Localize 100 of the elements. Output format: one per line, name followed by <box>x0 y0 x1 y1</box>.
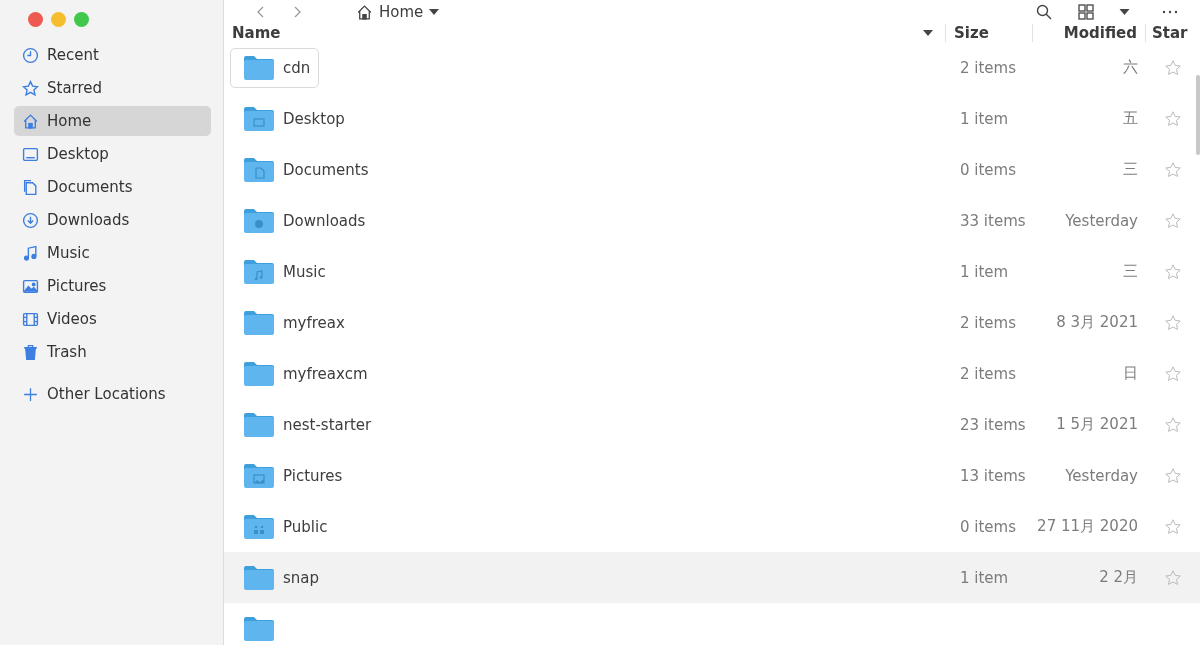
videos-icon <box>22 310 39 328</box>
file-row[interactable]: Music 1 item 三 <box>224 246 1200 297</box>
maximize-button[interactable] <box>74 12 89 27</box>
caret-icon[interactable] <box>1119 9 1130 15</box>
file-name: Downloads <box>283 211 366 230</box>
starred-icon <box>22 79 39 97</box>
item-count: 0 items <box>959 517 1017 536</box>
modified-date: 2 2月 <box>1098 568 1139 587</box>
star-icon[interactable] <box>1164 415 1182 434</box>
search-icon[interactable] <box>1035 3 1053 21</box>
sidebar-item[interactable]: Downloads <box>14 205 211 235</box>
file-row[interactable]: Desktop 1 item 五 <box>224 93 1200 144</box>
minimize-button[interactable] <box>51 12 66 27</box>
file-name: nest-starter <box>283 415 372 434</box>
modified-date: 三 <box>1122 262 1139 281</box>
folder-icon <box>243 513 275 540</box>
item-count: 1 item <box>959 568 1010 587</box>
folder-icon <box>243 564 275 591</box>
pictures-icon <box>22 277 39 295</box>
sidebar-item[interactable]: Documents <box>14 172 211 202</box>
sidebar-item[interactable]: Home <box>14 106 211 136</box>
file-name: Pictures <box>283 466 343 485</box>
star-icon[interactable] <box>1164 517 1182 536</box>
star-icon[interactable] <box>1164 364 1182 383</box>
file-row[interactable]: snap 1 item 2 2月 <box>224 552 1200 603</box>
sidebar-item[interactable]: Trash <box>14 337 211 367</box>
folder-icon <box>243 411 275 438</box>
star-icon[interactable] <box>1164 109 1182 128</box>
file-name: cdn <box>283 58 311 77</box>
file-name: Documents <box>283 160 369 179</box>
plus-icon <box>22 385 39 403</box>
star-icon[interactable] <box>1164 313 1182 332</box>
star-icon[interactable] <box>1164 211 1182 230</box>
column-header[interactable]: Size <box>946 24 1032 42</box>
file-row[interactable]: Downloads 33 items Yesterday <box>224 195 1200 246</box>
file-row[interactable]: Public 0 items 27 11月 2020 <box>224 501 1200 552</box>
sidebar-item[interactable]: Videos <box>14 304 211 334</box>
file-name: snap <box>283 568 320 587</box>
downloads-icon <box>22 211 39 229</box>
folder-icon <box>243 207 275 234</box>
modified-date: 五 <box>1122 109 1139 128</box>
documents-icon <box>22 178 39 196</box>
item-count: 2 items <box>959 313 1017 332</box>
column-header[interactable]: Modified <box>1033 24 1145 42</box>
modified-date: 27 11月 2020 <box>1036 517 1139 536</box>
column-header[interactable]: Name <box>232 24 923 42</box>
more-icon[interactable] <box>1162 10 1178 14</box>
file-name: myfreaxcm <box>283 364 368 383</box>
modified-date: 日 <box>1122 364 1139 383</box>
folder-icon <box>243 615 275 642</box>
grid-view-icon[interactable] <box>1077 3 1095 21</box>
star-icon[interactable] <box>1164 466 1182 485</box>
trash-icon <box>22 343 39 361</box>
file-row[interactable]: cdn 2 items 六 <box>224 42 1200 93</box>
folder-icon <box>243 105 275 132</box>
file-row[interactable]: Documents 0 items 三 <box>224 144 1200 195</box>
file-name: myfreax <box>283 313 345 332</box>
close-button[interactable] <box>28 12 43 27</box>
home-icon <box>22 112 39 130</box>
folder-icon <box>243 54 275 81</box>
recent-icon <box>22 46 39 64</box>
item-count: 2 items <box>959 58 1017 77</box>
item-count: 13 items <box>959 466 1027 485</box>
item-count: 1 item <box>959 262 1010 281</box>
file-name: Desktop <box>283 109 345 128</box>
file-row[interactable]: myfreaxcm 2 items 日 <box>224 348 1200 399</box>
folder-icon <box>243 258 275 285</box>
home-icon <box>356 3 373 21</box>
file-row[interactable]: nest-starter 23 items 1 5月 2021 <box>224 399 1200 450</box>
desktop-icon <box>22 145 39 163</box>
column-header[interactable]: Star <box>1146 24 1200 42</box>
folder-icon <box>243 309 275 336</box>
item-count: 1 item <box>959 109 1010 128</box>
modified-date: Yesterday <box>1064 466 1139 485</box>
sort-caret-icon[interactable] <box>923 30 933 36</box>
modified-date: 8 3月 2021 <box>1055 313 1139 332</box>
other-locations-item[interactable]: Other Locations <box>14 379 211 409</box>
sidebar-item[interactable]: Recent <box>14 40 211 70</box>
sidebar-item[interactable]: Music <box>14 238 211 268</box>
star-icon[interactable] <box>1164 58 1182 77</box>
modified-date: 三 <box>1122 160 1139 179</box>
item-count: 33 items <box>959 211 1027 230</box>
file-row[interactable]: Pictures 13 items Yesterday <box>224 450 1200 501</box>
sidebar-item[interactable]: Starred <box>14 73 211 103</box>
star-icon[interactable] <box>1164 262 1182 281</box>
item-count: 23 items <box>959 415 1027 434</box>
sidebar-item[interactable]: Desktop <box>14 139 211 169</box>
modified-date: 1 5月 2021 <box>1055 415 1139 434</box>
folder-icon <box>243 462 275 489</box>
file-name: Music <box>283 262 326 281</box>
item-count: 2 items <box>959 364 1017 383</box>
file-row[interactable]: myfreax 2 items 8 3月 2021 <box>224 297 1200 348</box>
location-button[interactable]: Home <box>352 0 444 24</box>
item-count: 0 items <box>959 160 1017 179</box>
sidebar-item[interactable]: Pictures <box>14 271 211 301</box>
folder-icon <box>243 156 275 183</box>
star-icon[interactable] <box>1164 160 1182 179</box>
caret-icon <box>429 9 440 15</box>
folder-icon <box>243 360 275 387</box>
star-icon[interactable] <box>1164 568 1182 587</box>
